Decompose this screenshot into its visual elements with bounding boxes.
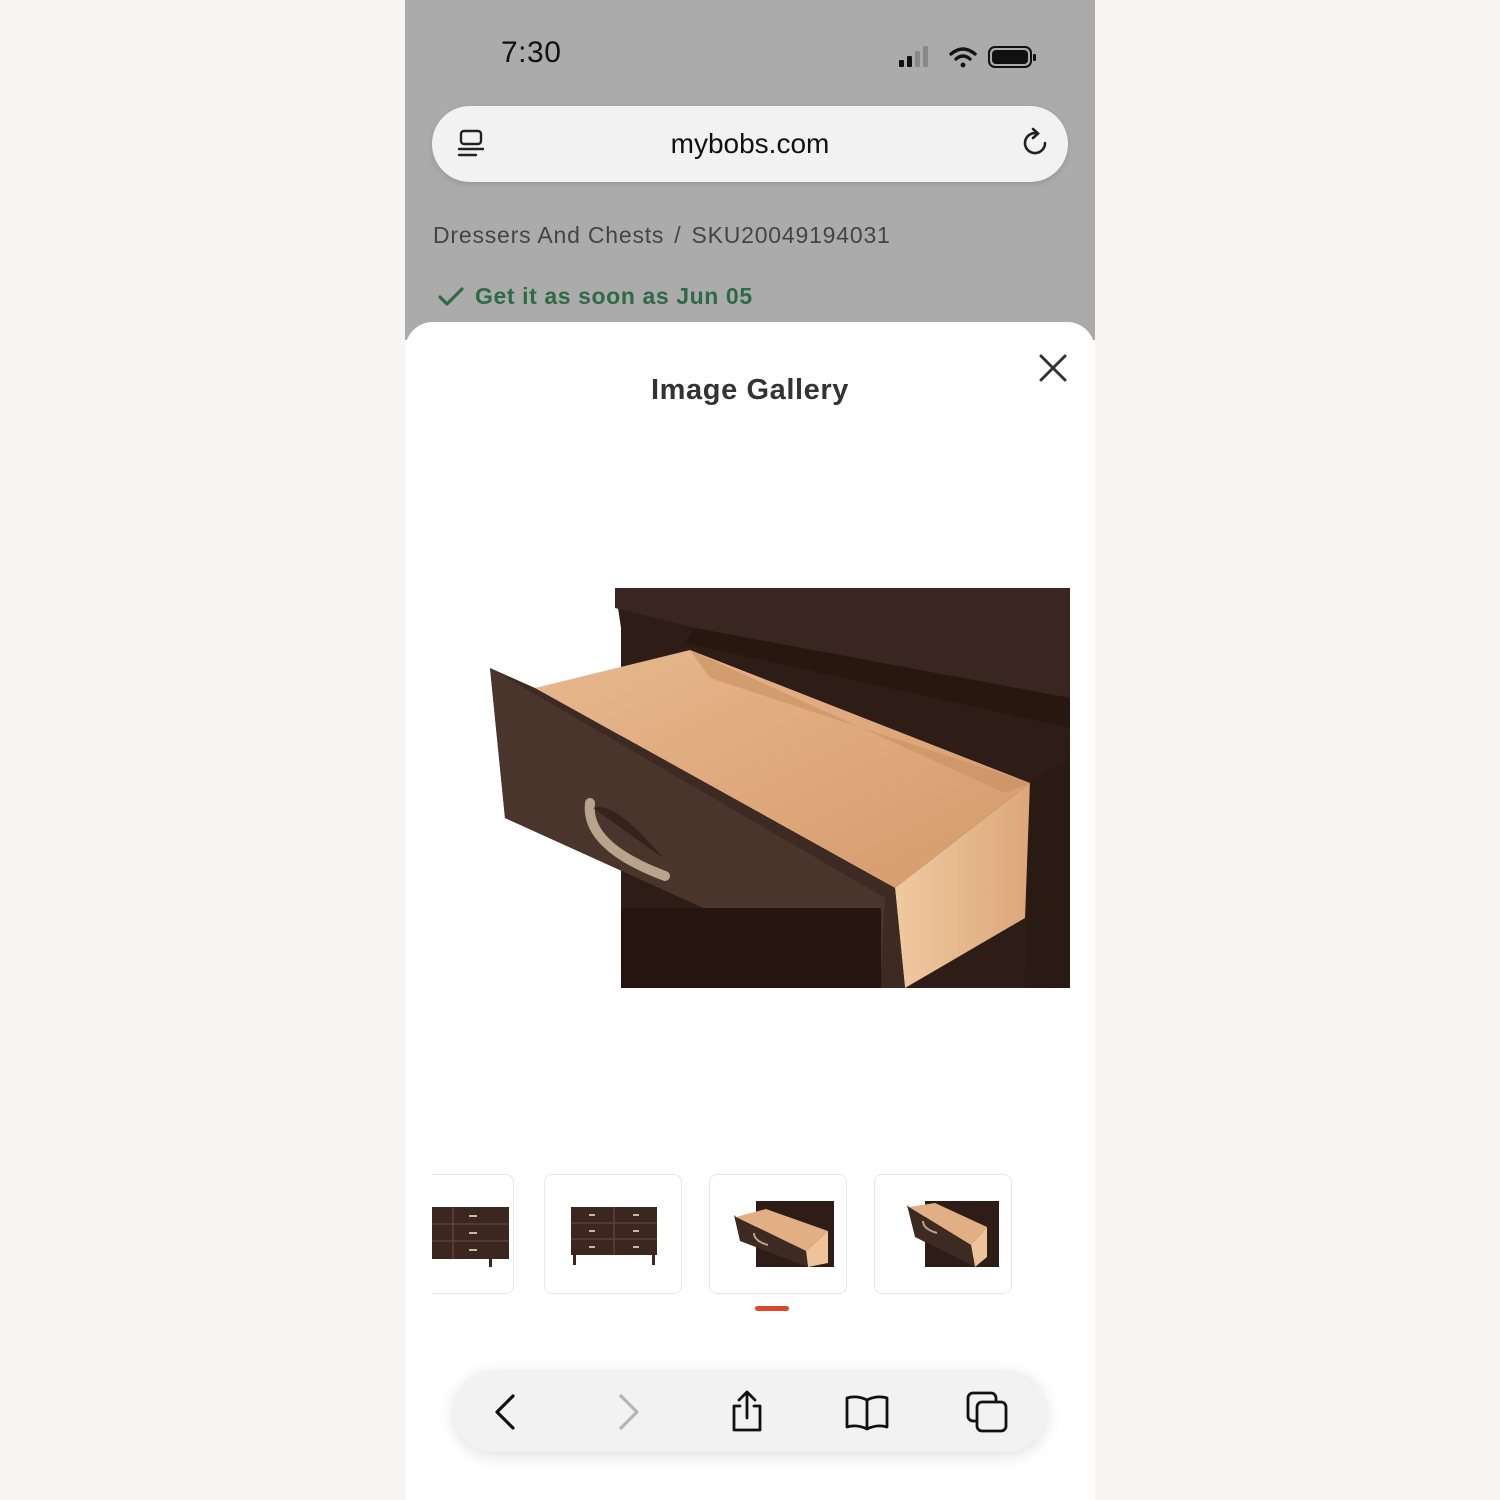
thumbnail-strip[interactable] [432,1174,1068,1296]
share-icon[interactable] [725,1390,769,1434]
battery-icon [988,46,1036,68]
breadcrumb-category[interactable]: Dressers And Chests [433,222,664,248]
page-background-dimmed: 7:30 mybobs.com Dressers And Chests / SK… [405,0,1095,340]
tabs-icon[interactable] [965,1390,1009,1434]
thumbnail-dresser-partial[interactable] [432,1174,514,1294]
breadcrumb-separator: / [674,222,682,248]
close-icon[interactable] [1035,350,1071,386]
status-icons [897,42,1037,72]
thumbnail-dresser-front[interactable] [544,1174,682,1294]
back-icon[interactable] [485,1390,529,1434]
status-time: 7:30 [501,36,562,69]
reload-icon[interactable] [1018,126,1052,160]
thumbnail-drawer-open-close[interactable] [874,1174,1012,1294]
wifi-icon [949,47,977,68]
main-product-image [485,588,1070,988]
forward-icon[interactable] [605,1390,649,1434]
checkmark-icon [438,286,464,306]
phone-screen: 7:30 mybobs.com Dressers And Chests / SK… [405,0,1095,1500]
address-bar[interactable]: mybobs.com [432,106,1068,182]
thumbnail-drawer-open-angle[interactable] [709,1174,847,1294]
selected-thumbnail-indicator [755,1306,789,1311]
bookmarks-icon[interactable] [845,1390,889,1434]
browser-toolbar [453,1370,1047,1452]
signal-icon [899,46,928,67]
delivery-text: Get it as soon as Jun 05 [475,283,753,309]
modal-title: Image Gallery [650,374,849,406]
delivery-estimate: Get it as soon as Jun 05 [437,283,753,310]
breadcrumb-sku: SKU20049194031 [691,222,891,248]
url-text[interactable]: mybobs.com [432,128,1068,160]
breadcrumb: Dressers And Chests / SKU20049194031 [433,222,901,249]
image-gallery-modal: Image Gallery [405,322,1095,1500]
